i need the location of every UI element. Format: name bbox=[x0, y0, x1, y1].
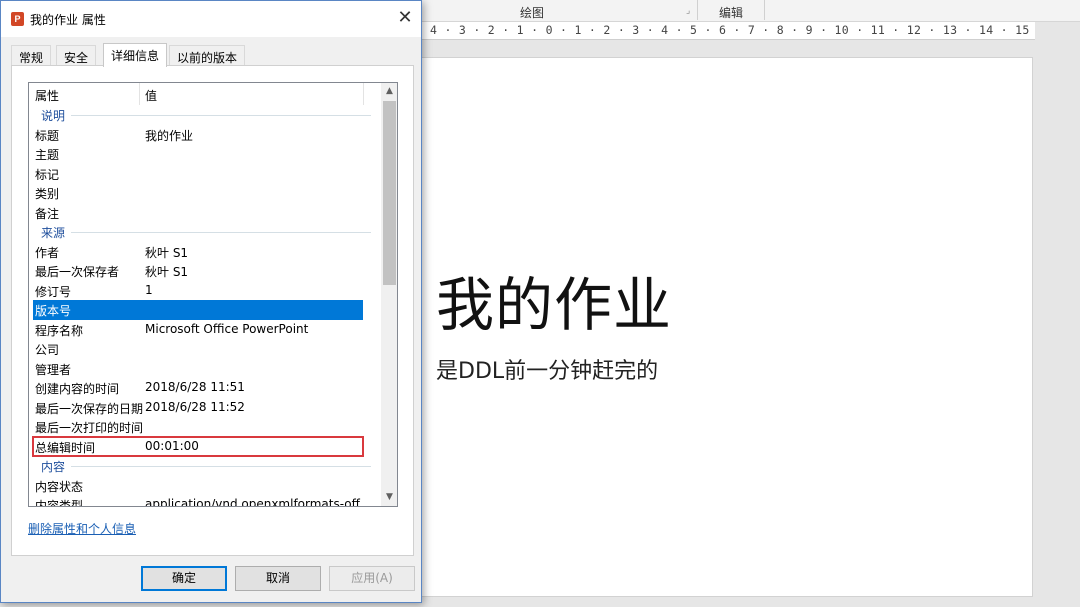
group-header-content: 内容 bbox=[33, 456, 373, 476]
group-divider bbox=[71, 232, 371, 233]
tab-general[interactable]: 常规 bbox=[11, 45, 52, 66]
property-name: 总编辑时间 bbox=[35, 440, 96, 455]
table-row[interactable]: 程序名称 Microsoft Office PowerPoint bbox=[33, 320, 363, 340]
group-divider bbox=[71, 115, 371, 116]
table-row[interactable]: 最后一次保存者 秋叶 S1 bbox=[33, 261, 363, 281]
tab-security[interactable]: 安全 bbox=[56, 45, 97, 66]
details-panel: 属性 值 说明 标题 我的作业 主题 标记 类别 备注 来源 作者 秋叶 S1 … bbox=[11, 65, 414, 556]
property-name: 版本号 bbox=[35, 304, 72, 318]
property-name: 内容状态 bbox=[35, 479, 84, 494]
table-row[interactable]: 修订号 1 bbox=[33, 281, 363, 301]
property-name: 管理者 bbox=[35, 362, 72, 377]
table-row[interactable]: 创建内容的时间 2018/6/28 11:51 bbox=[33, 378, 363, 398]
property-list[interactable]: 属性 值 说明 标题 我的作业 主题 标记 类别 备注 来源 作者 秋叶 S1 … bbox=[28, 82, 398, 507]
group-title: 来源 bbox=[41, 226, 66, 240]
dialog-titlebar[interactable]: P 我的作业 属性 ✕ bbox=[1, 1, 421, 37]
property-name: 内容类型 bbox=[35, 499, 84, 507]
property-value: 1 bbox=[145, 282, 153, 297]
slide-title[interactable]: 我的作业 bbox=[436, 258, 672, 342]
property-name: 程序名称 bbox=[35, 323, 84, 338]
table-row[interactable]: 主题 bbox=[33, 144, 363, 164]
table-row[interactable]: 公司 bbox=[33, 339, 363, 359]
group-header-origin: 来源 bbox=[33, 222, 373, 242]
scrollbar-thumb[interactable] bbox=[383, 101, 396, 285]
table-row-selected[interactable]: 版本号 bbox=[33, 300, 363, 320]
column-header-property[interactable]: 属性 bbox=[35, 87, 59, 104]
table-row-highlighted[interactable]: 总编辑时间 00:01:00 bbox=[32, 435, 364, 457]
slide-subtitle[interactable]: 是DDL前一分钟赶完的 bbox=[436, 353, 658, 385]
table-row[interactable]: 最后一次保存的日期 2018/6/28 11:52 bbox=[33, 398, 363, 418]
property-name: 创建内容的时间 bbox=[35, 382, 120, 396]
table-row[interactable]: 备注 bbox=[33, 203, 363, 223]
ribbon-group-draw[interactable]: 绘图 bbox=[520, 4, 544, 21]
group-title: 说明 bbox=[41, 109, 66, 123]
column-separator[interactable] bbox=[363, 83, 364, 105]
ruler-ticks: 4 · 3 · 2 · 1 · 0 · 1 · 2 · 3 · 4 · 5 · … bbox=[430, 23, 1035, 37]
apply-button[interactable]: 应用(A) bbox=[329, 566, 415, 591]
group-title: 内容 bbox=[41, 460, 66, 474]
property-value: application/vnd.openxmlformats-off bbox=[145, 497, 360, 507]
powerpoint-file-icon: P bbox=[11, 12, 24, 26]
list-header: 属性 值 bbox=[29, 83, 381, 105]
property-value: 秋叶 S1 bbox=[145, 245, 189, 260]
property-name: 作者 bbox=[35, 245, 60, 260]
scroll-up-arrow-icon[interactable]: ▲ bbox=[381, 83, 397, 100]
property-name: 修订号 bbox=[35, 284, 72, 299]
property-name: 最后一次保存者 bbox=[35, 265, 120, 279]
table-row[interactable]: 类别 bbox=[33, 183, 363, 203]
ribbon-group-edit[interactable]: 编辑 bbox=[719, 4, 743, 21]
table-row[interactable]: 内容类型 application/vnd.openxmlformats-off bbox=[33, 495, 363, 507]
vertical-scrollbar[interactable]: ▲ ▼ bbox=[381, 83, 397, 506]
dialog-title: 我的作业 属性 bbox=[30, 13, 106, 27]
ok-button[interactable]: 确定 bbox=[141, 566, 227, 591]
property-value: 2018/6/28 11:52 bbox=[145, 399, 245, 414]
table-row[interactable]: 标题 我的作业 bbox=[33, 125, 363, 145]
property-value: 2018/6/28 11:51 bbox=[145, 380, 245, 394]
property-name: 最后一次打印的时间 bbox=[35, 421, 144, 435]
property-value: 秋叶 S1 bbox=[145, 265, 189, 279]
property-value: Microsoft Office PowerPoint bbox=[145, 321, 309, 336]
tab-details[interactable]: 详细信息 bbox=[103, 43, 168, 67]
properties-dialog: P 我的作业 属性 ✕ 常规 安全 详细信息 以前的版本 属性 值 说明 标题 我… bbox=[0, 0, 422, 603]
dialog-launcher-icon[interactable]: ⌟ bbox=[686, 6, 690, 16]
property-value: 00:01:00 bbox=[145, 438, 199, 453]
property-value: 我的作业 bbox=[145, 128, 194, 143]
column-separator[interactable] bbox=[139, 83, 140, 105]
table-row[interactable]: 最后一次打印的时间 bbox=[33, 417, 363, 437]
column-header-value[interactable]: 值 bbox=[145, 87, 157, 104]
table-row[interactable]: 内容状态 bbox=[33, 476, 363, 496]
property-name: 主题 bbox=[35, 148, 60, 162]
remove-properties-link[interactable]: 删除属性和个人信息 bbox=[28, 520, 136, 537]
tab-previous-versions[interactable]: 以前的版本 bbox=[169, 45, 246, 66]
table-row[interactable]: 作者 秋叶 S1 bbox=[33, 242, 363, 262]
property-name: 类别 bbox=[35, 187, 60, 201]
property-name: 公司 bbox=[35, 343, 60, 357]
table-row[interactable]: 标记 bbox=[33, 164, 363, 184]
cancel-button[interactable]: 取消 bbox=[235, 566, 321, 591]
property-name: 备注 bbox=[35, 206, 60, 221]
property-name: 标题 bbox=[35, 128, 60, 143]
table-row[interactable]: 管理者 bbox=[33, 359, 363, 379]
group-header-description: 说明 bbox=[33, 105, 373, 125]
ribbon-separator bbox=[764, 0, 765, 20]
group-divider bbox=[71, 466, 371, 467]
property-name: 标记 bbox=[35, 167, 60, 182]
close-icon[interactable]: ✕ bbox=[393, 6, 417, 30]
scroll-down-arrow-icon[interactable]: ▼ bbox=[381, 489, 397, 506]
property-name: 最后一次保存的日期 bbox=[35, 401, 144, 416]
ribbon-separator bbox=[697, 0, 698, 20]
